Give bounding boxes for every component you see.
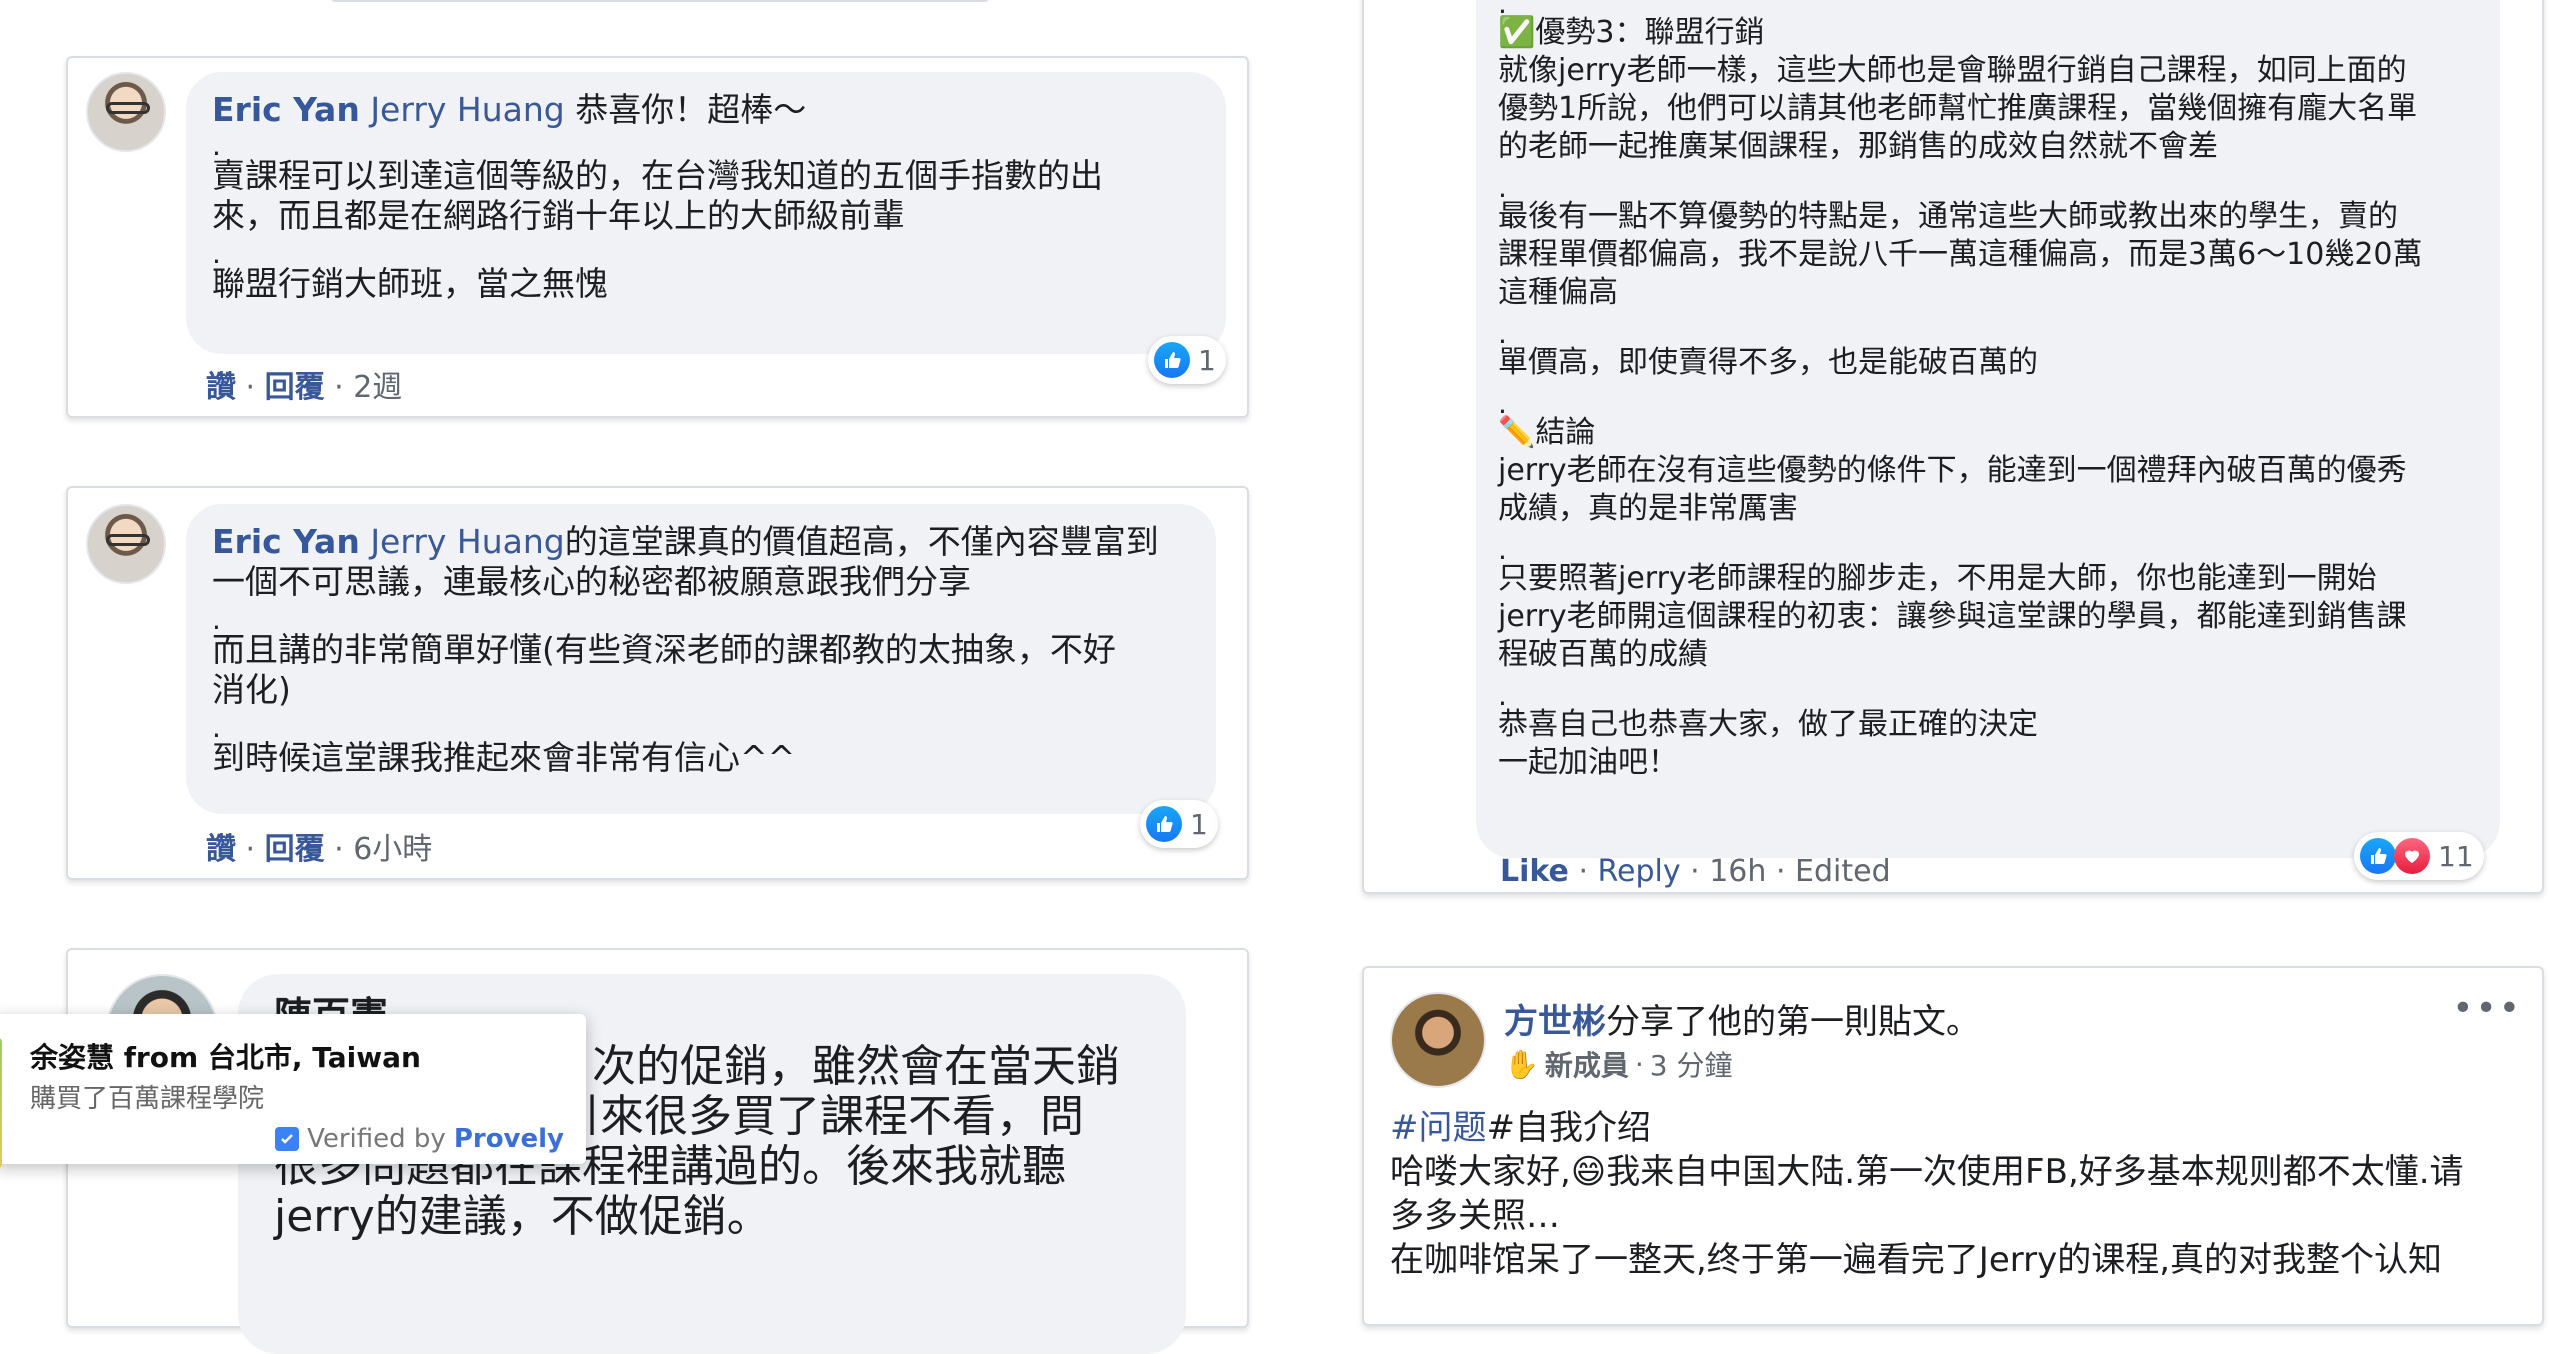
comment-line: . xyxy=(1498,0,1507,20)
popup-verified: Verified by Provely xyxy=(275,1124,564,1154)
post-line: 哈喽大家好,😄我来自中国大陆.第一次使用FB,好多基本规则都不太懂.请 xyxy=(1390,1152,2464,1192)
avatar[interactable] xyxy=(1390,992,1486,1088)
post-time[interactable]: 3 分鐘 xyxy=(1650,1044,1733,1084)
reaction-count[interactable]: 1 xyxy=(1148,336,1226,384)
reaction-total: 1 xyxy=(1198,343,1216,377)
comment-bubble: Eric Yan Jerry Huang的這堂課真的價值超高，不僅內容豐富到 一… xyxy=(186,504,1216,814)
comment-line: ✅優勢3：聯盟行銷 xyxy=(1498,15,1765,50)
comment-line: . xyxy=(1498,387,1507,420)
like-link[interactable]: 讚 xyxy=(206,370,236,405)
reply-link[interactable]: Reply xyxy=(1598,854,1681,889)
popup-description: 購買了百萬課程學院 xyxy=(30,1084,265,1114)
comment-actions: 讚 · 回覆 · 2週 xyxy=(206,370,403,405)
comment-card: . ✅優勢3：聯盟行銷 就像jerry老師一樣，這些大師也是會聯盟行銷自己課程，… xyxy=(1362,0,2544,894)
reaction-total: 1 xyxy=(1190,807,1208,841)
comment-line: 優勢1所說，他們可以請其他老師幫忙推廣課程，當幾個擁有龐大名單 xyxy=(1498,91,2418,126)
more-options-icon[interactable]: ••• xyxy=(2452,988,2522,1029)
like-reaction-icon xyxy=(2360,838,2396,874)
comment-line: . xyxy=(1498,533,1507,566)
tagged-user[interactable]: Jerry Huang xyxy=(370,90,564,129)
post-headline: 分享了他的第一則貼文。 xyxy=(1606,1002,1980,1042)
checkbox-icon xyxy=(275,1127,300,1151)
avatar[interactable] xyxy=(86,504,166,584)
post-line: 在咖啡馆呆了一整天,终于第一遍看完了Jerry的课程,真的对我整个认知 xyxy=(1390,1240,2443,1280)
like-link[interactable]: Like xyxy=(1500,854,1569,889)
social-proof-popup[interactable]: 余姿慧 from 台北市, Taiwan 購買了百萬課程學院 Verified … xyxy=(0,1014,586,1168)
comment-bubble: . ✅優勢3：聯盟行銷 就像jerry老師一樣，這些大師也是會聯盟行銷自己課程，… xyxy=(1476,0,2500,858)
popup-thumbnail xyxy=(0,1038,2,1168)
post-header: 方世彬分享了他的第一則貼文。 xyxy=(1504,994,1980,1043)
comment-card: Eric Yan Jerry Huang 恭喜你！超棒～ . 賣課程可以到達這個… xyxy=(66,56,1249,418)
comment-line: ✏️結論 xyxy=(1498,415,1596,450)
comment-line: . xyxy=(212,711,221,744)
comment-line: 消化) xyxy=(212,670,291,709)
tagged-user[interactable]: Jerry Huang xyxy=(370,522,564,561)
comment-line: 就像jerry老師一樣，這些大師也是會聯盟行銷自己課程，如同上面的 xyxy=(1498,53,2407,88)
comment-line: . xyxy=(212,129,221,162)
reaction-count[interactable]: 1 xyxy=(1140,800,1218,848)
verified-label: Verified by xyxy=(307,1124,446,1154)
comment-line: . xyxy=(1498,679,1507,712)
reaction-total: 11 xyxy=(2438,839,2474,873)
comment-line: 一個不可思議，連最核心的秘密都被願意跟我們分享 xyxy=(212,562,971,601)
comment-line: 到時候這堂課我推起來會非常有信心^^ xyxy=(212,738,796,777)
post-body: #问题#自我介绍 哈喽大家好,😄我来自中国大陆.第一次使用FB,好多基本规则都不… xyxy=(1390,1106,2530,1282)
hashtag-text[interactable]: #自我介绍 xyxy=(1487,1108,1652,1148)
comment-line: . xyxy=(1498,317,1507,350)
comment-line: 一起加油吧！ xyxy=(1498,745,1678,780)
comment-line: 賣課程可以到達這個等級的，在台灣我知道的五個手指數的出 xyxy=(212,156,1103,195)
like-reaction-icon xyxy=(1154,342,1190,378)
comment-actions: 讚 · 回覆 · 6小時 xyxy=(206,832,433,867)
comment-line: 成績，真的是非常厲害 xyxy=(1498,491,1798,526)
comment-actions: Like · Reply · 16h · Edited xyxy=(1500,854,1891,889)
reply-link[interactable]: 回覆 xyxy=(265,370,325,405)
member-badge: 新成員 xyxy=(1544,1049,1629,1082)
comment-line: 這種偏高 xyxy=(1498,275,1618,310)
reply-link[interactable]: 回覆 xyxy=(265,832,325,867)
hashtag-link[interactable]: #问题 xyxy=(1390,1108,1487,1148)
comment-line: 只要照著jerry老師課程的腳步走，不用是大師，你也能達到一開始 xyxy=(1498,561,2377,596)
comment-line: 最後有一點不算優勢的特點是，通常這些大師或教出來的學生，賣的 xyxy=(1498,199,2398,234)
popup-buyer-name: 余姿慧 from 台北市, Taiwan xyxy=(30,1041,421,1074)
comment-bubble: Eric Yan Jerry Huang 恭喜你！超棒～ . 賣課程可以到達這個… xyxy=(186,72,1226,354)
comment-line: jerry的建議，不做促銷。 xyxy=(274,1191,771,1242)
post-meta: ✋ 新成員 · 3 分鐘 xyxy=(1504,1044,1733,1084)
comment-author[interactable]: Eric Yan xyxy=(212,522,360,561)
reaction-count[interactable]: 11 xyxy=(2354,832,2484,880)
comment-line: 課程單價都偏高，我不是說八千一萬這種偏高，而是3萬6～10幾20萬 xyxy=(1498,237,2423,272)
previous-card-edge xyxy=(330,0,990,2)
edited-label[interactable]: Edited xyxy=(1795,854,1891,889)
comment-line: jerry老師開這個課程的初衷：讓參與這堂課的學員，都能達到銷售課 xyxy=(1498,599,2407,634)
comment-line: 恭喜自己也恭喜大家，做了最正確的決定 xyxy=(1498,707,2038,742)
comment-card: Eric Yan Jerry Huang的這堂課真的價值超高，不僅內容豐富到 一… xyxy=(66,486,1249,880)
new-member-icon: ✋ xyxy=(1504,1047,1539,1081)
avatar[interactable] xyxy=(86,72,166,152)
comment-intro: 的這堂課真的價值超高，不僅內容豐富到 xyxy=(564,522,1159,561)
post-author[interactable]: 方世彬 xyxy=(1504,1002,1606,1042)
comment-line: 程破百萬的成績 xyxy=(1498,637,1708,672)
comment-line: jerry老師在沒有這些優勢的條件下，能達到一個禮拜內破百萬的優秀 xyxy=(1498,453,2407,488)
like-reaction-icon xyxy=(1146,806,1182,842)
comment-time[interactable]: 2週 xyxy=(353,370,402,405)
comment-line: . xyxy=(212,237,221,270)
comment-line: 的老師一起推廣某個課程，那銷售的成效自然就不會差 xyxy=(1498,129,2218,164)
comment-time[interactable]: 6小時 xyxy=(353,832,432,867)
comment-author[interactable]: Eric Yan xyxy=(212,90,360,129)
comment-line: . xyxy=(212,603,221,636)
like-link[interactable]: 讚 xyxy=(206,832,236,867)
comment-intro: 恭喜你！超棒～ xyxy=(564,90,807,129)
comment-line: 而且講的非常簡單好懂(有些資深老師的課都教的太抽象，不好 xyxy=(212,630,1116,669)
post-line: 多多关照… xyxy=(1390,1196,1560,1236)
comment-line: 來，而且都是在網路行銷十年以上的大師級前輩 xyxy=(212,196,905,235)
love-reaction-icon xyxy=(2394,838,2430,874)
post-card: 方世彬分享了他的第一則貼文。 ✋ 新成員 · 3 分鐘 ••• #问题#自我介绍… xyxy=(1362,966,2544,1326)
comment-line: . xyxy=(1498,171,1507,204)
comment-line: 單價高，即使賣得不多，也是能破百萬的 xyxy=(1498,345,2038,380)
comment-line: 聯盟行銷大師班，當之無愧 xyxy=(212,264,608,303)
comment-time[interactable]: 16h xyxy=(1709,854,1766,889)
provely-link[interactable]: Provely xyxy=(454,1124,564,1154)
